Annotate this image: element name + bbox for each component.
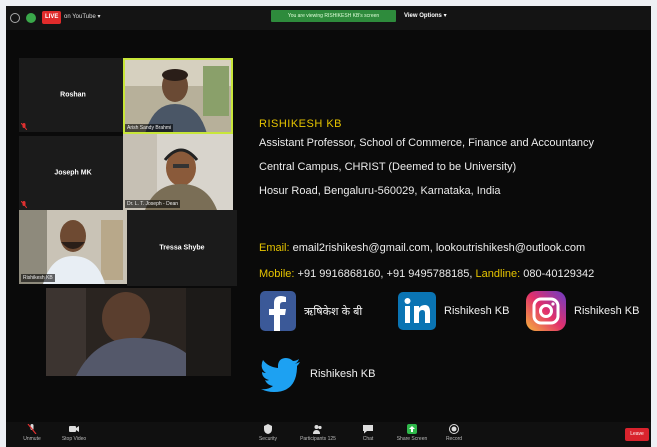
participant-tile[interactable]: Rishikesh KB [19,210,127,284]
social-instagram: Rishikesh KB [526,289,639,333]
social-linkedin: Rishikesh KB [398,289,509,333]
participant-tile[interactable]: Arish Sandy Brahmi [123,58,233,134]
mic-muted-icon [21,201,27,208]
participant-tile[interactable]: Dr. L. T. Joseph - Dean [123,134,233,210]
youtube-stream-button[interactable]: on YouTube ▾ [64,12,101,23]
leave-button[interactable]: Leave [625,428,649,441]
participants-icon [313,425,322,434]
email-label: Email: [259,242,290,254]
profile-address: Hosur Road, Bengaluru-560029, Karnataka,… [259,185,501,197]
social-facebook: ऋषिकेश के बी [260,289,362,333]
facebook-icon [260,291,296,331]
participant-name: Joseph MK [54,169,92,177]
record-button[interactable]: Record [432,424,476,442]
unmute-button[interactable]: Unmute [10,424,54,442]
zoom-window: LIVE on YouTube ▾ You are viewing RISHIK… [6,6,651,447]
instagram-handle: Rishikesh KB [574,305,640,317]
email-line: Email: email2rishikesh@gmail.com, lookou… [259,235,594,261]
chat-button[interactable]: Chat [346,424,390,442]
security-button[interactable]: Security [246,424,290,442]
instagram-icon [526,291,566,331]
share-screen-button[interactable]: Share Screen [390,424,434,442]
participant-video [123,58,233,134]
participants-button[interactable]: Participants 125 [296,424,340,442]
mobile-value: +91 9916868160, +91 9495788185, [294,268,473,280]
social-twitter: Rishikesh KB [260,352,375,396]
participant-video [123,134,233,210]
phone-line: Mobile: +91 9916868160, +91 9495788185, … [259,261,594,287]
mic-muted-icon [21,123,27,130]
video-camera-icon [69,426,79,432]
participant-video [19,210,127,284]
meeting-toolbar: Unmute Stop Video Security Participants … [6,422,651,447]
viewing-banner: You are viewing RISHIKESH KB's screen [271,10,396,22]
participant-label: Rishikesh KB [21,274,55,282]
mic-muted-icon [27,424,37,434]
participant-tile[interactable]: Joseph MK [19,136,127,210]
profile-campus: Central Campus, CHRIST (Deemed to be Uni… [259,161,517,173]
info-icon[interactable] [10,13,20,23]
live-badge[interactable]: LIVE [42,11,62,24]
shield-icon[interactable] [26,13,36,23]
main-video [46,288,231,376]
record-icon [449,424,459,434]
profile-name: RISHIKESH KB [259,118,343,130]
chat-icon [363,425,373,434]
email-value: email2rishikesh@gmail.com, lookoutrishik… [289,242,586,254]
contact-info: Email: email2rishikesh@gmail.com, lookou… [259,235,594,287]
landline-label: Landline: [472,268,521,280]
speaker-video [46,288,231,376]
participant-name: Tressa Shybe [159,244,205,252]
facebook-handle: ऋषिकेश के बी [304,305,363,318]
stop-video-button[interactable]: Stop Video [52,424,96,442]
share-screen-icon [407,424,417,434]
participants-count: 125 [327,436,336,442]
twitter-handle: Rishikesh KB [310,368,376,380]
participant-label: Dr. L. T. Joseph - Dean [125,200,181,208]
profile-info: RISHIKESH KB Assistant Professor, School… [259,118,649,204]
twitter-icon [261,358,300,392]
participant-tile[interactable]: Tressa Shybe [127,210,237,286]
linkedin-icon [398,292,436,330]
mobile-label: Mobile: [259,268,295,280]
profile-title: Assistant Professor, School of Commerce,… [259,137,595,149]
shield-icon [264,424,272,434]
linkedin-handle: Rishikesh KB [444,305,510,317]
view-options-button[interactable]: View Options ▾ [404,11,447,22]
participant-name: Roshan [60,91,86,99]
top-bar: LIVE on YouTube ▾ You are viewing RISHIK… [6,6,651,30]
landline-value: 080-40129342 [520,268,595,280]
participant-tile[interactable]: Roshan [19,58,127,132]
participant-label: Arish Sandy Brahmi [125,124,174,132]
